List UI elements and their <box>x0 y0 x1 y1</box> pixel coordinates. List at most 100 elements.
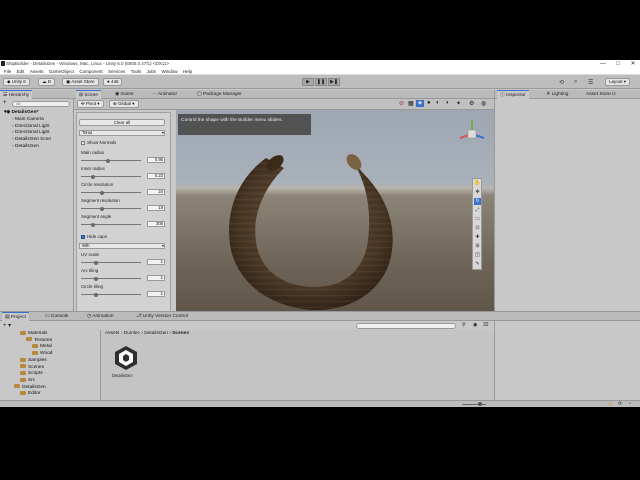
menu-component[interactable]: Component <box>79 68 102 75</box>
builder-slider[interactable] <box>81 174 141 179</box>
search-icon[interactable]: ⌕ <box>574 79 577 86</box>
sync-icon[interactable]: ⟳ <box>618 401 622 407</box>
menu-window[interactable]: Window <box>162 68 178 75</box>
menu-edit[interactable]: Edit <box>17 68 25 75</box>
tab-scene[interactable]: ⊞ Scene <box>76 90 101 99</box>
slider-knob[interactable] <box>94 292 98 297</box>
minimize-button[interactable]: — <box>596 60 610 68</box>
breadcrumb-assets[interactable]: Assets <box>105 331 119 336</box>
layout-dropdown[interactable]: Layout ▾ <box>605 78 631 86</box>
zoom-slider-knob[interactable] <box>478 402 482 406</box>
pause-button[interactable]: ❚❚ <box>315 78 327 86</box>
builder-value-field[interactable]: 19 <box>147 205 165 211</box>
effects-icon[interactable]: ✦ <box>456 100 461 107</box>
cloud-button[interactable]: ☁ D <box>38 78 56 86</box>
gizmo-toggle-icon[interactable]: ⊘ <box>399 100 404 107</box>
menu-services[interactable]: Services <box>108 68 125 75</box>
builder-slider[interactable] <box>81 190 141 195</box>
menu-assets[interactable]: Assets <box>30 68 44 75</box>
breadcrumb-scenes[interactable]: Scenes <box>172 331 189 336</box>
transform-tool-icon[interactable]: ⊡ <box>474 225 481 232</box>
slider-knob[interactable] <box>91 222 95 227</box>
tab-hierarchy[interactable]: ☰ Hierarchy <box>0 90 33 99</box>
custom-tool-icon[interactable]: ✚ <box>474 234 481 241</box>
builder-value-field[interactable]: 1 <box>147 291 165 297</box>
orientation-gizmo[interactable] <box>454 116 490 156</box>
shape-type-dropdown[interactable]: Torus ▾ <box>79 130 165 136</box>
snap-tool-icon[interactable]: ⊞ <box>474 243 481 250</box>
tab-asset-store[interactable]: Asset Store U <box>583 90 619 99</box>
menu-file[interactable]: File <box>4 68 11 75</box>
asset-store-button[interactable]: ▣ Asset Store <box>62 78 99 86</box>
add-asset-icon[interactable]: + ▾ <box>3 322 11 329</box>
menu-gameobject[interactable]: GameObject <box>49 68 74 75</box>
menu-help[interactable]: Help <box>183 68 192 75</box>
tab-animator[interactable]: ⋯ Animator <box>149 90 180 99</box>
slider-knob[interactable] <box>106 158 110 163</box>
builder-value-field[interactable]: 0.23 <box>147 173 165 179</box>
add-icon[interactable]: + <box>3 100 7 106</box>
unity-scene-icon[interactable] <box>113 344 139 372</box>
builder-value-field[interactable]: 0.95 <box>147 157 165 163</box>
builder-slider[interactable] <box>81 222 141 227</box>
camera-settings-icon[interactable]: ⚙ <box>469 100 474 107</box>
filter-icon[interactable]: ⚲ <box>462 322 466 328</box>
builder-slider[interactable] <box>81 260 141 265</box>
tab-inspector[interactable]: ⓘ Inspector <box>497 90 529 99</box>
gizmos-icon[interactable]: ◍ <box>481 100 486 107</box>
tab-project[interactable]: ▤ Project <box>2 312 29 321</box>
hide-caps-checkbox[interactable] <box>81 235 85 239</box>
notification-icon[interactable]: ◔ <box>628 401 631 407</box>
builder-value-field[interactable]: 308 <box>147 221 165 227</box>
grid-icon[interactable]: ▦ <box>408 100 414 107</box>
menu-jobs[interactable]: Jobs <box>147 68 157 75</box>
folder-item[interactable]: Editor <box>0 390 70 397</box>
scale-tool-icon[interactable]: ⤢ <box>474 207 481 214</box>
slider-knob[interactable] <box>94 276 98 281</box>
slider-knob[interactable] <box>91 174 95 179</box>
tab-console[interactable]: ▭ Console <box>42 312 71 321</box>
play-button[interactable]: ▶ <box>302 78 314 86</box>
uv-mode-dropdown[interactable]: Wth ▾ <box>79 243 165 249</box>
hand-tool-icon[interactable]: ✋ <box>474 180 481 187</box>
wireframe-icon[interactable]: ◐ <box>436 100 440 106</box>
move-tool-icon[interactable]: ✥ <box>474 189 481 196</box>
builder-slider[interactable] <box>81 292 141 297</box>
slider-knob[interactable] <box>100 190 104 195</box>
tab-animation[interactable]: ◷ Animation <box>84 312 117 321</box>
shaded-icon[interactable]: ● <box>427 100 431 106</box>
rotate-tool-icon[interactable]: ↻ <box>474 198 481 205</box>
undo-history-icon[interactable]: ⟲ <box>559 79 564 86</box>
view-options-icon[interactable]: ◈ <box>416 100 424 107</box>
brush-tool-icon[interactable]: ✎ <box>474 261 481 268</box>
builder-value-field[interactable]: 1 <box>147 259 165 265</box>
render-mode-icon[interactable]: ◑ <box>445 100 449 106</box>
slider-knob[interactable] <box>100 206 104 211</box>
warning-icon[interactable]: ⚠ <box>608 401 612 407</box>
tab-game[interactable]: ◉ Game <box>112 90 137 99</box>
hierarchy-item[interactable]: ▫ DetailsGen <box>0 143 70 150</box>
breadcrumb-dumlec[interactable]: Dumlec <box>124 331 140 336</box>
menu-tools[interactable]: Tools <box>131 68 142 75</box>
builder-value-field[interactable]: 24 <box>147 189 165 195</box>
pivot-dropdown[interactable]: ✣ Pivot ▾ <box>77 100 104 108</box>
eye-icon[interactable]: ◉ <box>473 322 477 328</box>
tab-lighting[interactable]: ☀ Lighting <box>543 90 571 99</box>
global-dropdown[interactable]: ⊕ Global ▾ <box>109 100 139 108</box>
breadcrumb-detailsgen[interactable]: DetailsGen <box>144 331 168 336</box>
show-normals-checkbox[interactable] <box>81 141 85 145</box>
hierarchy-search-input[interactable]: All <box>12 101 70 107</box>
maximize-button[interactable]: □ <box>611 60 625 68</box>
tab-package-manager[interactable]: ▢ Package Manager <box>194 90 245 99</box>
account-button[interactable]: ◆ Unity 6 <box>3 78 30 86</box>
builder-slider[interactable] <box>81 158 141 163</box>
layers-icon[interactable]: ☰ <box>588 79 593 86</box>
rect-tool-icon[interactable]: ▭ <box>474 216 481 223</box>
builder-slider[interactable] <box>81 206 141 211</box>
zoom-slider[interactable] <box>462 404 486 405</box>
clear-all-button[interactable]: Clear all <box>79 119 165 126</box>
points-button[interactable]: ● 446 <box>103 78 123 86</box>
builder-value-field[interactable]: 1 <box>147 275 165 281</box>
step-button[interactable]: ▶❚ <box>328 78 340 86</box>
project-search-input[interactable] <box>356 323 456 329</box>
